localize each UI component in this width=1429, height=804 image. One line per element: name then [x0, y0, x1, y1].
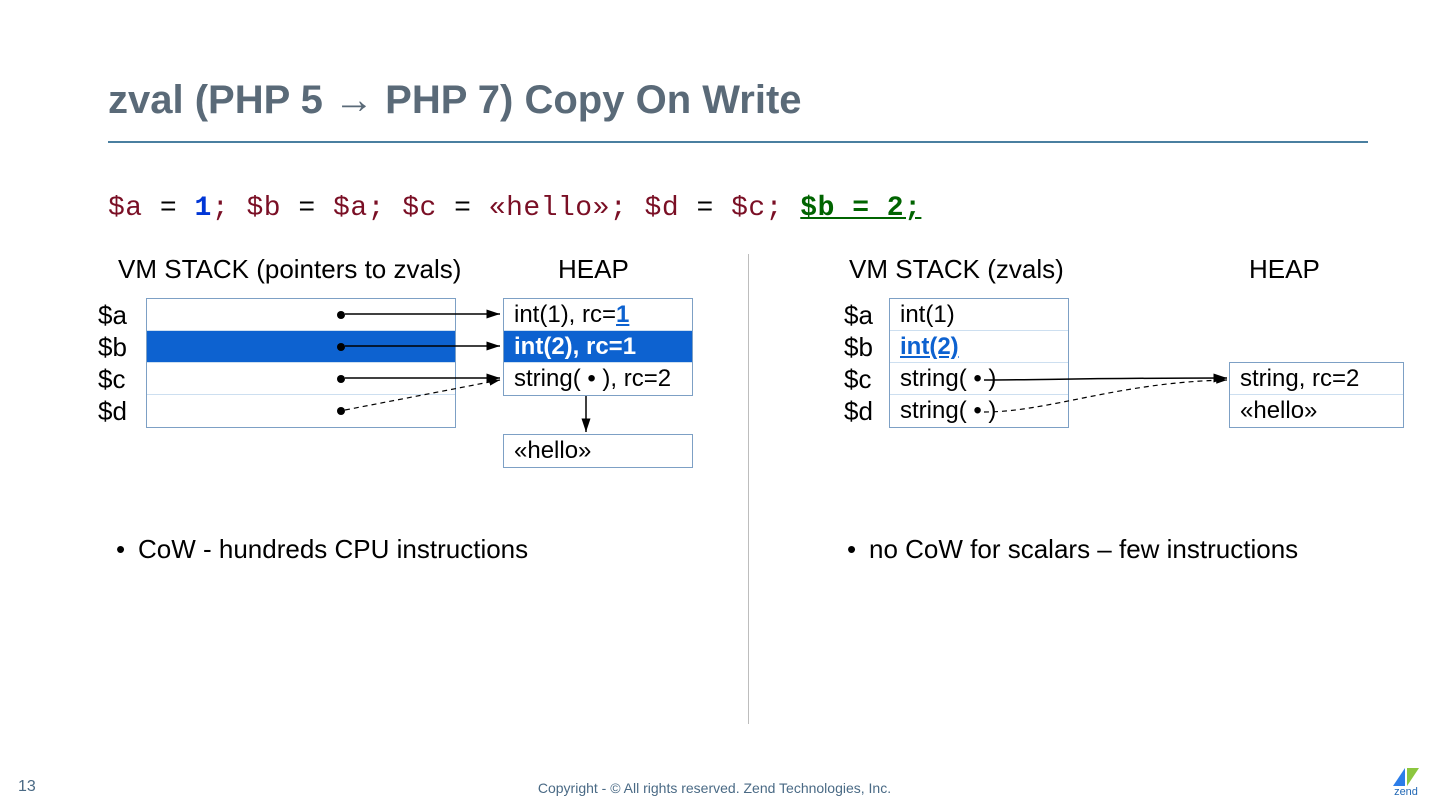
pointer-dot — [337, 343, 345, 351]
var-label: $b — [844, 331, 873, 363]
var-label: $a — [844, 299, 873, 331]
php7-stack-header: VM STACK (zvals) — [849, 254, 1064, 285]
two-columns: VM STACK (pointers to zvals) HEAP $a $b … — [108, 254, 1367, 734]
var-label: $d — [98, 395, 127, 427]
pointer-dot — [337, 375, 345, 383]
logo-text: zend — [1394, 786, 1418, 798]
stack-row-highlight: int(2) — [890, 331, 1068, 363]
php5-var-labels: $a $b $c $d — [98, 299, 127, 427]
php5-bullet: CoW - hundreds CPU instructions — [138, 534, 528, 565]
heap-row: «hello» — [1230, 395, 1403, 427]
var-label: $d — [844, 395, 873, 427]
var-label: $c — [844, 363, 873, 395]
stack-row: string( • ) — [890, 395, 1068, 427]
footer-copyright: Copyright - © All rights reserved. Zend … — [0, 780, 1429, 796]
php7-heap-box: string, rc=2 «hello» — [1229, 362, 1404, 428]
php5-heap-header: HEAP — [558, 254, 629, 285]
heap-rc: 1 — [616, 301, 629, 328]
heap-text: int(1), rc= — [514, 301, 616, 328]
column-divider — [748, 254, 749, 724]
pointer-dot — [337, 407, 345, 415]
stack-row — [147, 299, 455, 331]
php5-stack-box — [146, 298, 456, 428]
php5-hello-box: «hello» — [503, 434, 693, 468]
php5-column: VM STACK (pointers to zvals) HEAP $a $b … — [108, 254, 748, 734]
stack-row: string( • ) — [890, 363, 1068, 395]
stack-row: int(1) — [890, 299, 1068, 331]
heap-row: string, rc=2 — [1230, 363, 1403, 395]
heap-row: string( • ), rc=2 — [504, 363, 692, 395]
php7-heap-header: HEAP — [1249, 254, 1320, 285]
zend-logo: zend — [1393, 768, 1419, 798]
title-rule — [108, 141, 1368, 143]
stack-value: int(2) — [900, 333, 959, 360]
slide-title: zval (PHP 5 → PHP 7) Copy On Write — [108, 78, 1367, 123]
code-example: $a = 1; $b = $a; $c = «hello»; $d = $c; … — [108, 193, 1367, 224]
heap-row-highlight: int(2), rc=1 — [504, 331, 692, 363]
stack-row — [147, 395, 455, 427]
pointer-dot — [337, 311, 345, 319]
slide: zval (PHP 5 → PHP 7) Copy On Write $a = … — [0, 0, 1429, 804]
stack-row — [147, 363, 455, 395]
php5-heap-box: int(1), rc=1 int(2), rc=1 string( • ), r… — [503, 298, 693, 396]
heap-row: int(1), rc=1 — [504, 299, 692, 331]
php7-var-labels: $a $b $c $d — [844, 299, 873, 427]
var-label: $c — [98, 363, 127, 395]
hello-cell: «hello» — [504, 435, 692, 467]
var-label: $a — [98, 299, 127, 331]
php7-bullet: no CoW for scalars – few instructions — [869, 534, 1298, 565]
php7-stack-box: int(1) int(2) string( • ) string( • ) — [889, 298, 1069, 428]
php5-stack-header: VM STACK (pointers to zvals) — [118, 254, 461, 285]
php7-column: VM STACK (zvals) HEAP $a $b $c $d int(1)… — [789, 254, 1367, 734]
stack-row-highlight — [147, 331, 455, 363]
var-label: $b — [98, 331, 127, 363]
